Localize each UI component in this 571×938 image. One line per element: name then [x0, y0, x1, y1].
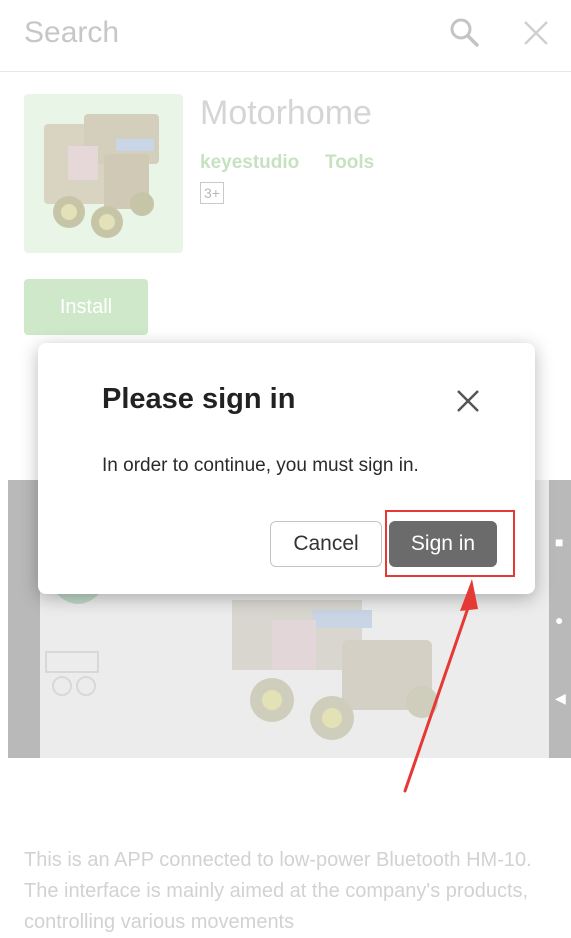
annotation-arrow-icon [403, 579, 478, 793]
highlight-box [385, 510, 515, 577]
dialog-message: In order to continue, you must sign in. [102, 455, 419, 476]
dialog-title: Please sign in [102, 383, 296, 415]
cancel-button[interactable]: Cancel [270, 521, 382, 567]
dialog-close-icon[interactable] [454, 387, 482, 415]
